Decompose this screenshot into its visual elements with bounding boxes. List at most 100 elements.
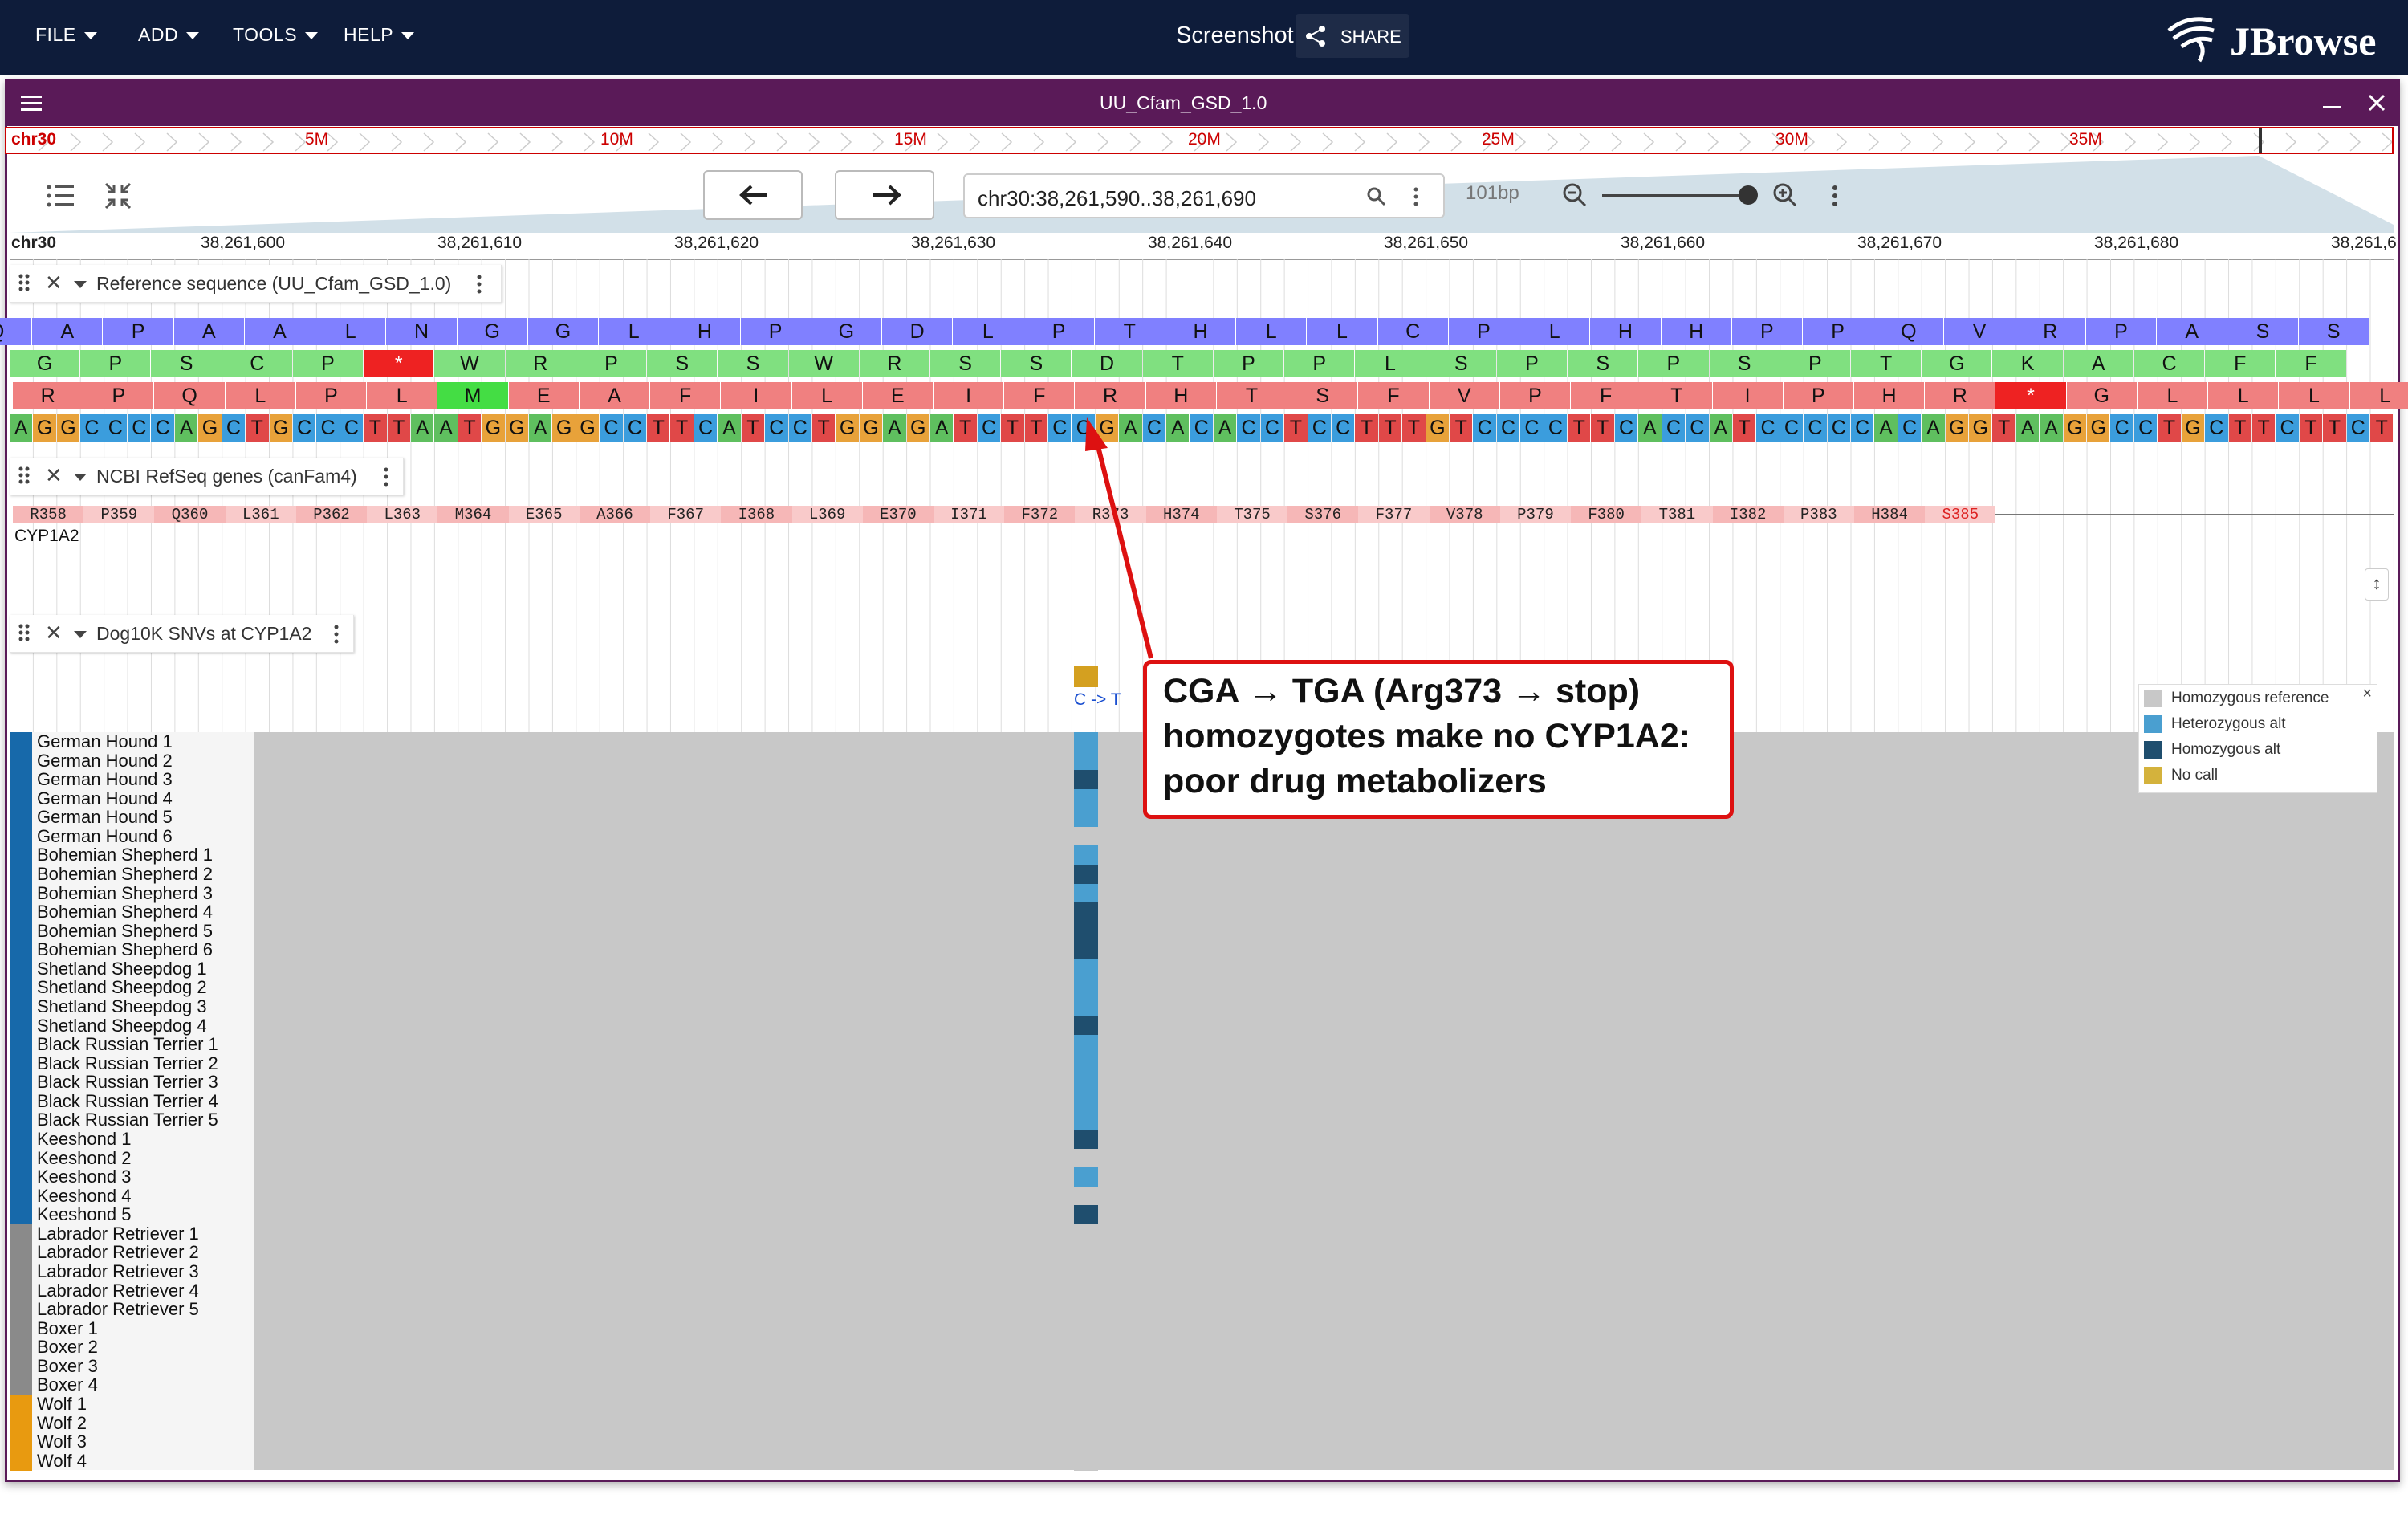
base-cell: C bbox=[2346, 414, 2369, 442]
genotype-cell[interactable] bbox=[1074, 1035, 1098, 1055]
amino-acid-cell: G bbox=[1922, 350, 1992, 377]
base-cell: T bbox=[1024, 414, 1048, 442]
genotype-cell[interactable] bbox=[1074, 864, 1098, 885]
genotype-cell[interactable] bbox=[1074, 1432, 1098, 1452]
genotype-cell[interactable] bbox=[1074, 1016, 1098, 1036]
amino-acid-cell: A bbox=[2157, 318, 2227, 345]
residue-label: S385 bbox=[1925, 506, 1996, 523]
track-menu-icon[interactable] bbox=[384, 467, 388, 487]
genotype-cell[interactable] bbox=[1074, 845, 1098, 865]
genotype-cell[interactable] bbox=[1074, 978, 1098, 998]
base-cell: T bbox=[246, 414, 269, 442]
genotype-cell[interactable] bbox=[1074, 1281, 1098, 1301]
genotype-cell[interactable] bbox=[1074, 1224, 1098, 1244]
genotype-cell[interactable] bbox=[1074, 1129, 1098, 1150]
genotype-cell[interactable] bbox=[1074, 1091, 1098, 1111]
genotype-cell[interactable] bbox=[1074, 751, 1098, 771]
track-header-genes[interactable]: ✕ NCBI RefSeq genes (canFam4) bbox=[10, 458, 404, 495]
pan-left-button[interactable] bbox=[703, 170, 803, 220]
genotype-cell[interactable] bbox=[1074, 940, 1098, 960]
genotype-cell[interactable] bbox=[1074, 996, 1098, 1017]
amino-acid-cell: L bbox=[225, 382, 295, 409]
zoom-out-icon[interactable] bbox=[1562, 182, 1588, 208]
ruler-tick: 38,261,610 bbox=[437, 234, 523, 252]
residue-label: I382 bbox=[1712, 506, 1784, 523]
search-icon[interactable] bbox=[1366, 186, 1387, 207]
amino-acid-cell: S bbox=[1709, 350, 1780, 377]
track-menu-icon[interactable] bbox=[477, 275, 482, 294]
genotype-cell[interactable] bbox=[1074, 808, 1098, 828]
track-height-resize-icon[interactable]: ↕ bbox=[2365, 568, 2389, 601]
genotype-cell[interactable] bbox=[1074, 883, 1098, 903]
genotype-cell[interactable] bbox=[1074, 1300, 1098, 1320]
genotype-cell[interactable] bbox=[1074, 902, 1098, 922]
base-cell: C bbox=[2110, 414, 2133, 442]
location-menu-icon[interactable] bbox=[1413, 186, 1419, 207]
base-cell: G bbox=[33, 414, 56, 442]
track-header-reference[interactable]: ✕ Reference sequence (UU_Cfam_GSD_1.0) bbox=[10, 265, 502, 303]
close-legend-icon[interactable]: × bbox=[2362, 685, 2372, 703]
genotype-cell[interactable] bbox=[1074, 1110, 1098, 1130]
zoom-slider-thumb[interactable] bbox=[1739, 185, 1758, 205]
menu-add[interactable]: ADD bbox=[138, 24, 200, 46]
chevron-down-icon[interactable] bbox=[74, 281, 87, 288]
close-track-icon[interactable]: ✕ bbox=[45, 272, 63, 293]
genotype-cell[interactable] bbox=[1074, 788, 1098, 808]
genotype-cell[interactable] bbox=[1074, 732, 1098, 752]
genotype-cell[interactable] bbox=[1074, 1073, 1098, 1093]
drag-handle-icon[interactable] bbox=[18, 273, 31, 292]
drag-handle-icon[interactable] bbox=[18, 623, 31, 642]
genotype-cell[interactable] bbox=[1074, 1243, 1098, 1263]
group-color-bar bbox=[10, 1413, 32, 1433]
chevron-down-icon[interactable] bbox=[74, 631, 87, 638]
pan-right-button[interactable] bbox=[835, 170, 934, 220]
track-menu-icon[interactable] bbox=[334, 625, 339, 644]
overview-scalebar[interactable]: chr30 5M 10M 15M 20M 25M 30M 35M bbox=[5, 127, 2394, 154]
genotype-cell[interactable] bbox=[1074, 1338, 1098, 1358]
amino-acid-cell: K bbox=[1992, 350, 2063, 377]
drag-handle-icon[interactable] bbox=[18, 466, 31, 485]
close-track-icon[interactable]: ✕ bbox=[45, 465, 63, 486]
chevron-down-icon[interactable] bbox=[74, 474, 87, 481]
menu-help[interactable]: HELP bbox=[344, 24, 415, 46]
sample-name: Wolf 2 bbox=[37, 1412, 87, 1433]
genotype-cell[interactable] bbox=[1074, 1451, 1098, 1471]
view-options-icon[interactable] bbox=[1832, 185, 1838, 207]
genotype-cell[interactable] bbox=[1074, 770, 1098, 790]
residue-label: F377 bbox=[1358, 506, 1430, 523]
legend-item: Heterozygous alt bbox=[2144, 715, 2286, 733]
genotype-cell[interactable] bbox=[1074, 1318, 1098, 1338]
genotype-cell[interactable] bbox=[1074, 1205, 1098, 1225]
menu-tools[interactable]: TOOLS bbox=[233, 24, 319, 46]
genotype-cell[interactable] bbox=[1074, 1167, 1098, 1187]
zoom-slider-track[interactable] bbox=[1602, 194, 1751, 197]
share-button[interactable]: SHARE bbox=[1296, 14, 1409, 58]
track-selector-icon[interactable] bbox=[47, 184, 74, 208]
genotype-cell[interactable] bbox=[1074, 1148, 1098, 1168]
genotype-cell[interactable] bbox=[1074, 1375, 1098, 1395]
ruler-tick: 38,261,660 bbox=[1621, 234, 1706, 252]
location-search-input[interactable]: chr30:38,261,590..38,261,690 bbox=[963, 173, 1445, 218]
base-cell: G bbox=[2087, 414, 2110, 442]
amino-acid-cell: V bbox=[1429, 382, 1499, 409]
genotype-cell[interactable] bbox=[1074, 1053, 1098, 1073]
close-track-icon[interactable]: ✕ bbox=[45, 622, 63, 643]
minimize-icon[interactable] bbox=[2323, 106, 2341, 108]
track-header-snvs[interactable]: ✕ Dog10K SNVs at CYP1A2 bbox=[10, 615, 354, 653]
genotype-cell[interactable] bbox=[1074, 826, 1098, 846]
view-menu-icon[interactable] bbox=[21, 94, 42, 112]
genotype-cell[interactable] bbox=[1074, 959, 1098, 979]
genotype-cell[interactable] bbox=[1074, 1261, 1098, 1282]
group-color-bar bbox=[10, 1167, 32, 1187]
collapse-icon[interactable] bbox=[104, 182, 132, 210]
genotype-cell[interactable] bbox=[1074, 1394, 1098, 1414]
genotype-cell[interactable] bbox=[1074, 1413, 1098, 1433]
genotype-cell[interactable] bbox=[1074, 1186, 1098, 1206]
sample-name: Shetland Sheepdog 2 bbox=[37, 977, 207, 998]
menu-file[interactable]: FILE bbox=[35, 24, 97, 46]
base-cell: C bbox=[1048, 414, 1072, 442]
genotype-cell[interactable] bbox=[1074, 921, 1098, 941]
close-view-icon[interactable] bbox=[2368, 94, 2386, 112]
zoom-in-icon[interactable] bbox=[1772, 182, 1798, 208]
genotype-cell[interactable] bbox=[1074, 1356, 1098, 1376]
